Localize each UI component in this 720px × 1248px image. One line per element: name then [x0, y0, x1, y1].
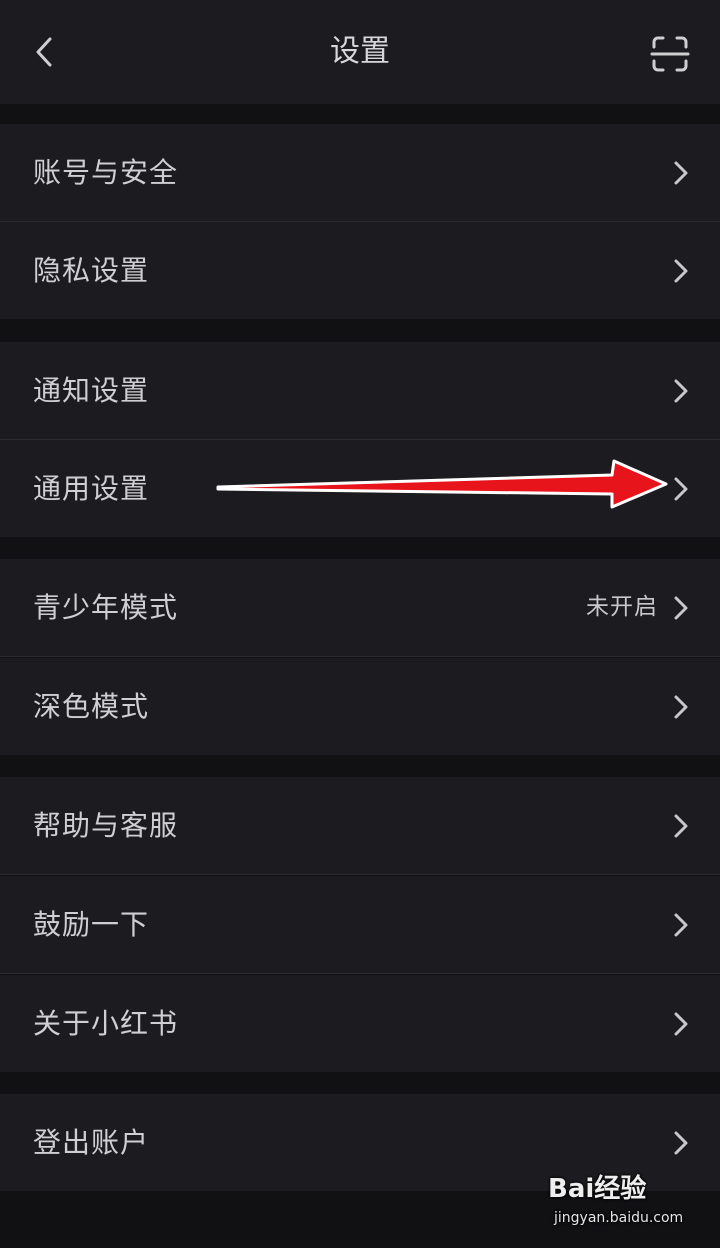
settings-item-label: 通知设置 — [33, 374, 150, 407]
settings-item-label: 登出账户 — [33, 1126, 150, 1159]
chevron-right-icon — [674, 814, 688, 838]
settings-item-label: 账号与安全 — [33, 156, 179, 189]
settings-item-dark-mode[interactable]: 深色模式 — [0, 658, 720, 755]
back-button[interactable] — [26, 32, 66, 72]
chevron-right-icon — [674, 913, 688, 937]
chevron-right-icon — [674, 259, 688, 283]
nav-bar: 设置 — [0, 0, 720, 104]
settings-item-label: 青少年模式 — [33, 591, 179, 624]
chevron-right-icon — [674, 1012, 688, 1036]
settings-item-label: 鼓励一下 — [33, 908, 150, 941]
chevron-right-icon — [674, 379, 688, 403]
settings-item-label: 关于小红书 — [33, 1007, 179, 1040]
chevron-right-icon — [674, 161, 688, 185]
settings-item-help-support[interactable]: 帮助与客服 — [0, 777, 720, 875]
chevron-right-icon — [674, 477, 688, 501]
settings-item-label: 深色模式 — [33, 690, 150, 723]
settings-item-notifications[interactable]: 通知设置 — [0, 342, 720, 440]
scan-button[interactable] — [650, 34, 690, 74]
settings-item-teen-mode[interactable]: 青少年模式 未开启 — [0, 559, 720, 657]
settings-item-about[interactable]: 关于小红书 — [0, 975, 720, 1072]
settings-screen: 设置 账号与安全 隐私设置 通知设置 通用设置 青少年模式 未开启 深色模式 帮… — [0, 0, 720, 1248]
settings-item-privacy[interactable]: 隐私设置 — [0, 222, 720, 319]
chevron-right-icon — [674, 596, 688, 620]
chevron-right-icon — [674, 695, 688, 719]
settings-item-encourage[interactable]: 鼓励一下 — [0, 876, 720, 974]
teen-mode-status: 未开启 — [586, 594, 658, 620]
watermark-brand: Bai经验 — [548, 1174, 647, 1204]
watermark-url: jingyan.baidu.com — [554, 1210, 684, 1226]
scan-icon — [650, 36, 690, 72]
page-title: 设置 — [330, 34, 390, 69]
watermark: Bai经验 jingyan.baidu.com — [548, 1168, 708, 1232]
chevron-left-icon — [36, 37, 52, 67]
settings-item-label: 隐私设置 — [33, 254, 150, 287]
settings-item-general[interactable]: 通用设置 — [0, 440, 720, 537]
settings-item-label: 通用设置 — [33, 472, 150, 505]
settings-item-label: 帮助与客服 — [33, 809, 179, 842]
chevron-right-icon — [674, 1131, 688, 1155]
settings-item-account-security[interactable]: 账号与安全 — [0, 124, 720, 222]
